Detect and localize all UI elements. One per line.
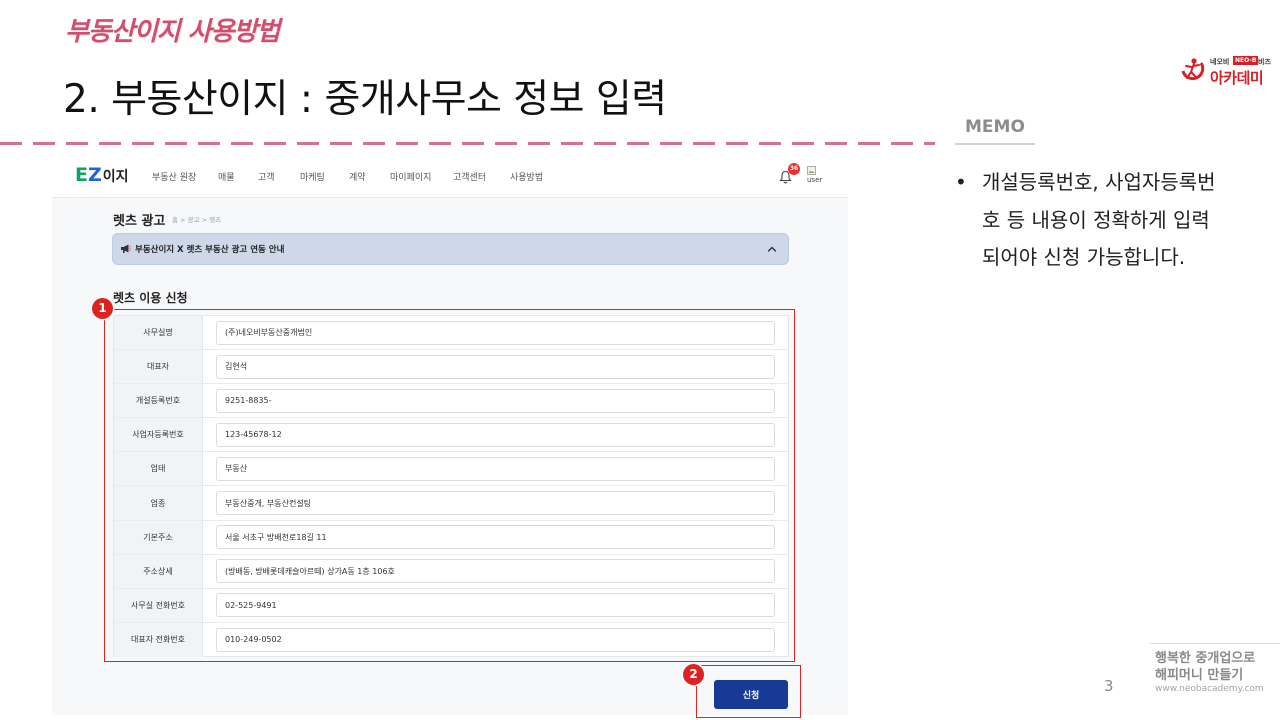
nav-item-marketing[interactable]: 마케팅 <box>300 170 325 183</box>
running-figure-icon <box>1181 58 1205 81</box>
logo-text-neobi: 네오비 <box>1210 58 1230 66</box>
notice-text: 부동산이지 X 렛츠 부동산 광고 연동 안내 <box>135 245 285 255</box>
logo-mark-z: Z <box>87 164 102 186</box>
breadcrumb[interactable]: 홈 > 광고 > 렛츠 <box>172 214 221 224</box>
nav-item-support[interactable]: 고객센터 <box>453 170 486 183</box>
memo-underline <box>955 143 1035 145</box>
memo-bullet: • <box>955 170 967 194</box>
user-avatar-alt-text[interactable]: user <box>807 176 822 184</box>
neob-academy-logo: 네오비 NEO-B 비즈 아카데미 <box>1180 54 1275 90</box>
nav-item-ledger[interactable]: 부동산 원장 <box>152 170 196 183</box>
memo-text: 개설등록번호, 사업자등록번 호 등 내용이 정확하게 입력 되어야 신청 가능… <box>982 164 1216 277</box>
callout-highlight-form <box>104 309 795 662</box>
callout-number-badge: 2 <box>683 664 704 685</box>
logo-text-biz: 비즈 <box>1258 58 1271 66</box>
slide-section-label: 부동산이지 사용방법 <box>65 17 280 47</box>
notice-accordion[interactable]: 부동산이지 X 렛츠 부동산 광고 연동 안내 <box>112 233 789 265</box>
memo-line: 호 등 내용이 정확하게 입력 <box>982 207 1210 232</box>
top-navigation-bar: EZ이지 부동산 원장 매물 고객 마케팅 계약 마이페이지 고객센터 사용방법… <box>52 155 848 198</box>
callout-highlight-button <box>696 665 801 718</box>
callout-number-badge: 1 <box>92 298 113 319</box>
memo-label: MEMO <box>965 117 1025 137</box>
nav-item-customers[interactable]: 고객 <box>258 170 275 183</box>
nav-item-mypage[interactable]: 마이페이지 <box>390 170 431 183</box>
footer-divider <box>1150 643 1280 644</box>
logo-name: 이지 <box>102 169 129 185</box>
notification-count-badge: 36 <box>788 163 800 175</box>
nav-item-contracts[interactable]: 계약 <box>349 170 366 183</box>
form-title: 렛츠 이용 신청 <box>113 291 188 305</box>
memo-line: 개설등록번호, 사업자등록번 <box>982 170 1216 194</box>
footer-slogan-line2: 해피머니 만들기 <box>1155 668 1244 683</box>
broken-image-icon[interactable] <box>807 166 816 175</box>
nav-item-guide[interactable]: 사용방법 <box>510 170 543 183</box>
footer-website: www.neobacademy.com <box>1155 684 1264 694</box>
logo-text-academy: 아카데미 <box>1210 69 1264 87</box>
megaphone-icon <box>121 244 131 253</box>
page-number: 3 <box>1104 677 1114 695</box>
dashed-divider <box>0 142 935 145</box>
logo-badge: NEO-B <box>1233 56 1259 65</box>
slide-title: 2. 부동산이지 : 중개사무소 정보 입력 <box>63 77 667 122</box>
logo-mark-e: E <box>75 164 88 186</box>
ez-logo[interactable]: EZ이지 <box>75 164 129 188</box>
chevron-up-icon[interactable] <box>766 243 778 255</box>
page-title: 렛츠 광고 <box>113 214 166 229</box>
nav-item-listings[interactable]: 매물 <box>218 170 235 183</box>
memo-line: 되어야 신청 가능합니다. <box>982 245 1186 269</box>
